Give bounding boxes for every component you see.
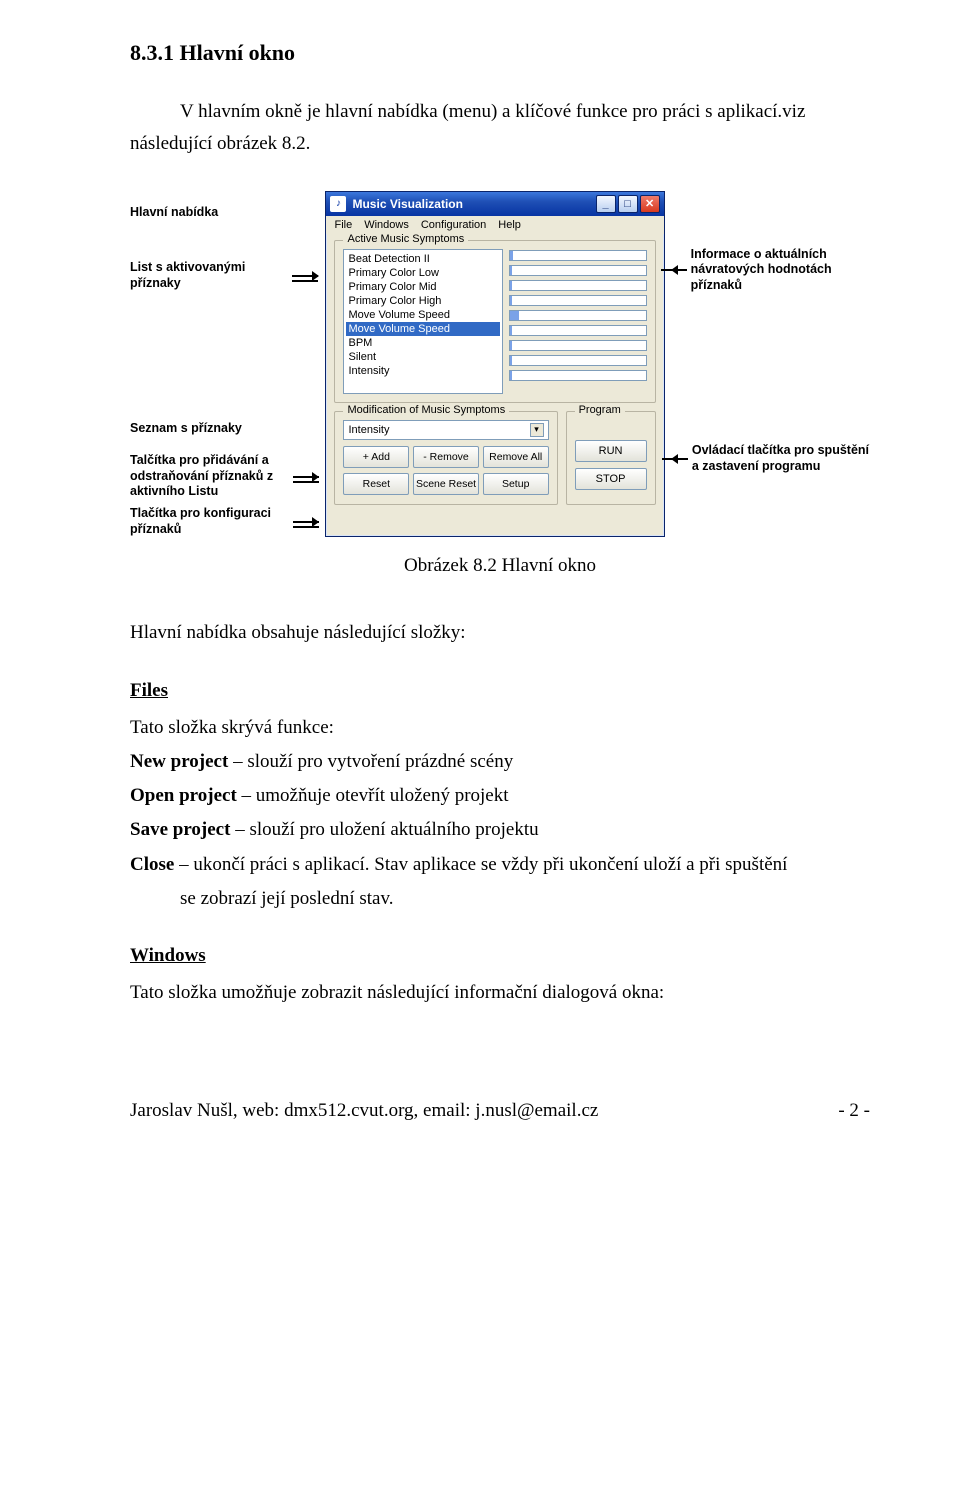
value-bar [509, 250, 646, 261]
value-bar [509, 295, 646, 306]
close-button[interactable]: ✕ [640, 195, 660, 213]
remove-all-button[interactable]: Remove All [483, 446, 549, 468]
def-new-project: New project – slouží pro vytvoření prázd… [130, 746, 870, 778]
run-button[interactable]: RUN [575, 440, 647, 462]
value-bar [509, 325, 646, 336]
arrow-right-icon [293, 472, 319, 482]
windows-heading: Windows [130, 945, 870, 967]
page-number: - 2 - [838, 1100, 870, 1122]
reset-button[interactable]: Reset [343, 473, 409, 495]
app-icon: ♪ [330, 196, 346, 212]
files-heading: Files [130, 680, 870, 702]
list-item[interactable]: BPM [346, 336, 500, 350]
combo-value: Intensity [348, 424, 389, 436]
list-item[interactable]: Move Volume Speed [346, 308, 500, 322]
annotation-add-remove-buttons: Talčítka pro přidávání a odstraňování př… [130, 453, 289, 500]
value-bar [509, 310, 646, 321]
group-modification: Modification of Music Symptoms Intensity… [334, 411, 557, 505]
list-item[interactable]: Intensity [346, 364, 500, 378]
value-bar [509, 355, 646, 366]
arrow-left-icon [671, 454, 688, 464]
desc-close-1: – ukončí práci s aplikací. Stav aplikace… [174, 854, 787, 875]
value-bar [509, 340, 646, 351]
desc-new-project: – slouží pro vytvoření prázdné scény [228, 751, 513, 772]
arrow-left-icon [671, 265, 687, 275]
symptom-combo[interactable]: Intensity ▾ [343, 420, 548, 440]
list-item[interactable]: Primary Color Low [346, 266, 500, 280]
app-window: ♪ Music Visualization _ □ ✕ File Windows… [325, 191, 664, 538]
annotation-symptom-list: Seznam s příznaky [130, 421, 242, 437]
window-title: Music Visualization [352, 197, 462, 211]
value-bar [509, 370, 646, 381]
windows-intro: Tato složka umožňuje zobrazit následujíc… [130, 977, 870, 1009]
list-item[interactable]: Primary Color High [346, 294, 500, 308]
after-caption-para: Hlavní nabídka obsahuje následující slož… [130, 617, 870, 649]
footer-author: Jaroslav Nušl, web: dmx512.cvut.org, ema… [130, 1100, 598, 1122]
list-item[interactable]: Primary Color Mid [346, 280, 500, 294]
group-prog-legend: Program [575, 404, 625, 416]
stop-button[interactable]: STOP [575, 468, 647, 490]
annotation-return-values: Informace o aktuálních návratových hodno… [691, 247, 870, 294]
def-save-project: Save project – slouží pro uložení aktuál… [130, 814, 870, 846]
menu-file[interactable]: File [334, 219, 352, 231]
title-bar[interactable]: ♪ Music Visualization _ □ ✕ [326, 192, 663, 216]
arrow-right-icon [293, 517, 319, 527]
chevron-down-icon: ▾ [530, 423, 544, 437]
value-bar [509, 280, 646, 291]
annotation-config-buttons: Tlačítka pro konfiguraci příznaků [130, 506, 289, 537]
remove-button[interactable]: - Remove [413, 446, 479, 468]
annotation-main-menu: Hlavní nabídka [130, 205, 218, 221]
def-open-project: Open project – umožňuje otevřít uložený … [130, 780, 870, 812]
term-close: Close [130, 854, 174, 875]
list-item-selected[interactable]: Move Volume Speed [346, 322, 500, 336]
group-program: Program RUN STOP [566, 411, 656, 505]
intro-paragraph: V hlavním okně je hlavní nabídka (menu) … [130, 96, 870, 161]
def-close-line1: Close – ukončí práci s aplikací. Stav ap… [130, 849, 870, 881]
value-bars [509, 249, 646, 394]
term-open-project: Open project [130, 785, 237, 806]
figure-main-window: Hlavní nabídka List s aktivovanými přízn… [130, 191, 870, 538]
maximize-button[interactable]: □ [618, 195, 638, 213]
group-mod-legend: Modification of Music Symptoms [343, 404, 509, 416]
group-active-legend: Active Music Symptoms [343, 233, 468, 245]
def-close-line2: se zobrazí její poslední stav. [130, 883, 870, 915]
section-title: 8.3.1 Hlavní okno [130, 40, 870, 66]
files-intro: Tato složka skrývá funkce: [130, 712, 870, 744]
menu-help[interactable]: Help [498, 219, 521, 231]
symptoms-listbox[interactable]: Beat Detection II Primary Color Low Prim… [343, 249, 503, 394]
minimize-button[interactable]: _ [596, 195, 616, 213]
list-item[interactable]: Beat Detection II [346, 252, 500, 266]
group-active-symptoms: Active Music Symptoms Beat Detection II … [334, 240, 655, 403]
list-item[interactable]: Silent [346, 350, 500, 364]
value-bar [509, 265, 646, 276]
annotation-run-stop-buttons: Ovládací tlačítka pro spuštění a zastave… [692, 443, 870, 474]
menu-windows[interactable]: Windows [364, 219, 409, 231]
figure-caption: Obrázek 8.2 Hlavní okno [130, 555, 870, 577]
desc-save-project: – slouží pro uložení aktuálního projektu [230, 819, 538, 840]
setup-button[interactable]: Setup [483, 473, 549, 495]
desc-open-project: – umožňuje otevřít uložený projekt [237, 785, 509, 806]
menu-configuration[interactable]: Configuration [421, 219, 486, 231]
term-new-project: New project [130, 751, 228, 772]
annotation-active-list: List s aktivovanými příznaky [130, 260, 288, 291]
add-button[interactable]: + Add [343, 446, 409, 468]
term-save-project: Save project [130, 819, 230, 840]
menu-bar: File Windows Configuration Help [326, 216, 663, 234]
arrow-right-icon [292, 271, 320, 281]
scene-reset-button[interactable]: Scene Reset [413, 473, 479, 495]
